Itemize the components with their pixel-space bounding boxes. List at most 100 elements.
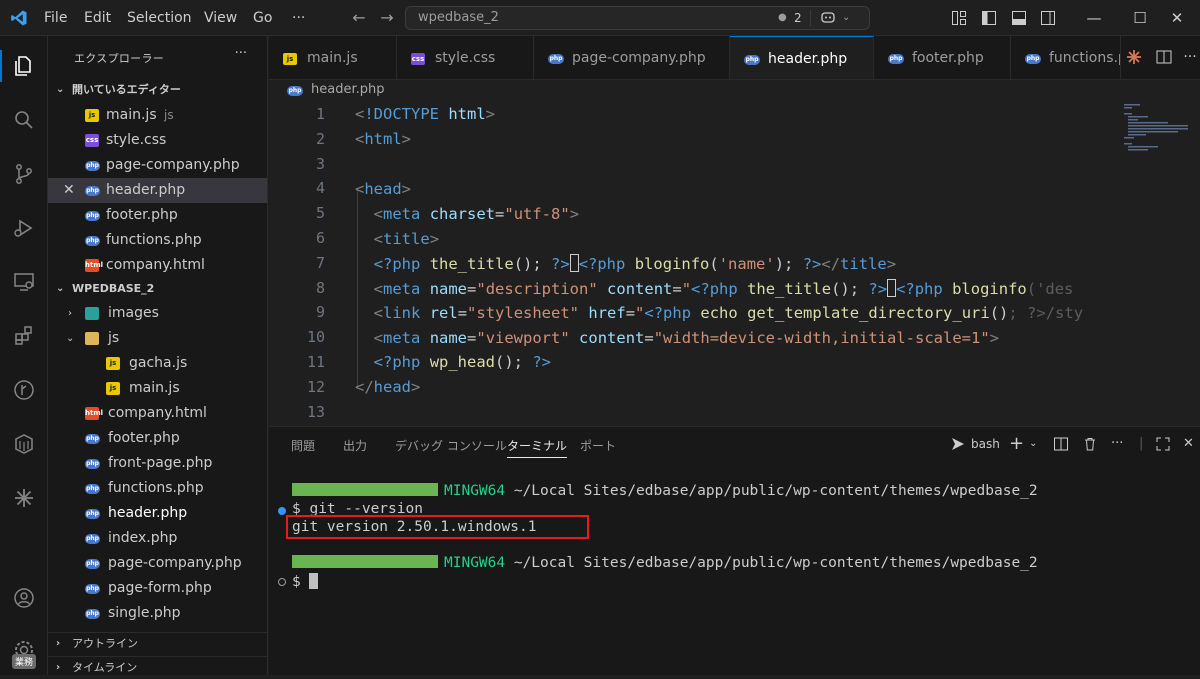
- forward-arrow-icon[interactable]: →: [377, 8, 397, 28]
- panel-tab[interactable]: 問題: [291, 437, 315, 454]
- source-control-icon[interactable]: [0, 150, 48, 198]
- open-editor-item[interactable]: php footer.php: [48, 203, 267, 228]
- tab-footer-php[interactable]: php footer.php: [874, 36, 1011, 79]
- extensions-icon[interactable]: [0, 312, 48, 360]
- tree-file[interactable]: php footer.php: [48, 426, 267, 451]
- line-number: 3: [315, 154, 325, 173]
- terminal-input-line[interactable]: $: [292, 573, 319, 590]
- chevron-right-icon: ›: [56, 662, 61, 673]
- tree-label: index.php: [108, 530, 178, 546]
- open-editor-item[interactable]: html company.html: [48, 253, 267, 278]
- chevron-down-icon[interactable]: ⌄: [1029, 435, 1037, 453]
- tree-file[interactable]: js main.js: [48, 376, 267, 401]
- code-line-8: <meta name="description" content="<?php …: [373, 279, 1074, 298]
- command-center-text: wpedbase_2: [418, 10, 499, 25]
- breadcrumb-file[interactable]: header.php: [311, 82, 384, 97]
- tab-label: page-company.php: [572, 50, 706, 66]
- editor-more-icon[interactable]: ···: [1181, 48, 1199, 66]
- customize-layout-icon[interactable]: [951, 10, 967, 26]
- code-editor[interactable]: 1 2 3 4 5 6 7 8 9 10 11 12 13 <!DOCTYPE html> <html>…: [269, 102, 1200, 426]
- tree-file[interactable]: php front-page.php: [48, 451, 267, 476]
- chevron-down-icon: ⌄: [56, 283, 65, 294]
- run-debug-icon[interactable]: [0, 204, 48, 252]
- shell-name[interactable]: bash: [971, 435, 1000, 453]
- menu-selection[interactable]: Selection: [127, 0, 192, 36]
- tab-main-js[interactable]: js main.js: [269, 36, 397, 79]
- tree-file[interactable]: js gacha.js: [48, 351, 267, 376]
- timeline-header[interactable]: › タイムライン: [48, 656, 267, 679]
- close-panel-icon[interactable]: ✕: [1183, 435, 1194, 453]
- claude-sparkle-icon[interactable]: [1125, 48, 1143, 66]
- search-icon[interactable]: [0, 96, 48, 144]
- minimap[interactable]: [1120, 102, 1190, 162]
- menu-view[interactable]: View: [204, 0, 237, 36]
- back-arrow-icon[interactable]: ←: [349, 8, 369, 28]
- prompt-user-bar: [292, 555, 438, 568]
- tree-label: gacha.js: [129, 355, 188, 371]
- git-graph-icon[interactable]: [0, 366, 48, 414]
- tree-file[interactable]: php index.php: [48, 526, 267, 551]
- panel-more-icon[interactable]: ···: [1111, 435, 1123, 453]
- open-editor-hint: js: [164, 108, 174, 122]
- account-icon[interactable]: [0, 574, 48, 622]
- breadcrumb: php header.php: [269, 80, 1200, 102]
- minimize-button[interactable]: —: [1071, 0, 1117, 36]
- command-center-search[interactable]: wpedbase_2 ● 2 ⌄: [405, 6, 870, 30]
- panel-tab[interactable]: ポート: [580, 437, 616, 454]
- tree-file[interactable]: php page-company.php: [48, 551, 267, 576]
- tree-file[interactable]: php functions.php: [48, 476, 267, 501]
- open-editor-item[interactable]: php page-company.php: [48, 153, 267, 178]
- split-editor-icon[interactable]: [1155, 48, 1173, 66]
- menu-file[interactable]: File: [44, 0, 67, 36]
- tree-file[interactable]: php header.php: [48, 501, 267, 526]
- open-editor-item[interactable]: js main.js js: [48, 103, 267, 128]
- panel-tab[interactable]: デバッグ コンソール: [395, 437, 507, 454]
- code-line-9: <link rel="stylesheet" href="<?php echo …: [373, 304, 1084, 322]
- panel-tab[interactable]: ターミナル: [507, 437, 568, 458]
- split-terminal-icon[interactable]: [1053, 435, 1069, 453]
- trash-icon[interactable]: [1082, 435, 1098, 453]
- open-editor-item[interactable]: css style.css: [48, 128, 267, 153]
- close-window-button[interactable]: ✕: [1154, 0, 1200, 36]
- explorer-more-icon[interactable]: ···: [235, 46, 247, 61]
- tree-file[interactable]: php single.php: [48, 601, 267, 626]
- containers-icon[interactable]: [0, 420, 48, 468]
- new-terminal-icon[interactable]: +: [1009, 435, 1024, 453]
- tab-header-php[interactable]: php header.php: [730, 36, 874, 79]
- copilot-icon[interactable]: [820, 10, 836, 26]
- workspace-header[interactable]: ⌄ WPEDBASE_2: [48, 278, 267, 300]
- open-editors-header[interactable]: ⌄ 開いているエディター: [48, 79, 267, 101]
- menu-go[interactable]: Go: [253, 0, 272, 36]
- maximize-panel-icon[interactable]: [1155, 435, 1171, 453]
- chevron-down-icon[interactable]: ⌄: [842, 7, 850, 29]
- toggle-secondary-sidebar-icon[interactable]: [1040, 10, 1056, 26]
- tree-file[interactable]: php page-form.php: [48, 576, 267, 601]
- tab-style-css[interactable]: css style.css: [397, 36, 534, 79]
- menu-edit[interactable]: Edit: [84, 0, 111, 36]
- menu-more[interactable]: ···: [292, 0, 305, 36]
- tree-file[interactable]: html company.html: [48, 401, 267, 426]
- open-editor-item[interactable]: ✕ php header.php: [48, 178, 267, 203]
- open-editor-label: page-company.php: [106, 157, 240, 173]
- php-file-icon: php: [85, 509, 100, 519]
- open-editor-item[interactable]: php functions.php: [48, 228, 267, 253]
- toggle-primary-sidebar-icon[interactable]: [981, 10, 997, 26]
- tab-label: main.js: [307, 50, 358, 66]
- close-icon[interactable]: ✕: [63, 178, 75, 203]
- php-file-icon: php: [85, 559, 100, 569]
- tab-label: footer.php: [912, 50, 984, 66]
- explorer-icon[interactable]: [0, 42, 48, 90]
- php-file-icon: php: [85, 609, 100, 619]
- tree-folder[interactable]: › images: [48, 301, 267, 326]
- panel-tab[interactable]: 出力: [343, 437, 367, 454]
- php-file-icon: php: [85, 534, 100, 544]
- claude-sparkle-icon[interactable]: [0, 474, 48, 522]
- outline-header[interactable]: › アウトライン: [48, 632, 267, 655]
- tree-folder[interactable]: ⌄ js: [48, 326, 267, 351]
- tab-functions-php[interactable]: php functions.php: [1011, 36, 1121, 79]
- tab-page-company-php[interactable]: php page-company.php: [534, 36, 730, 79]
- toggle-panel-icon[interactable]: [1011, 10, 1027, 26]
- open-editor-label: main.js: [106, 107, 157, 123]
- remote-explorer-icon[interactable]: [0, 258, 48, 306]
- php-file-icon: php: [85, 484, 100, 494]
